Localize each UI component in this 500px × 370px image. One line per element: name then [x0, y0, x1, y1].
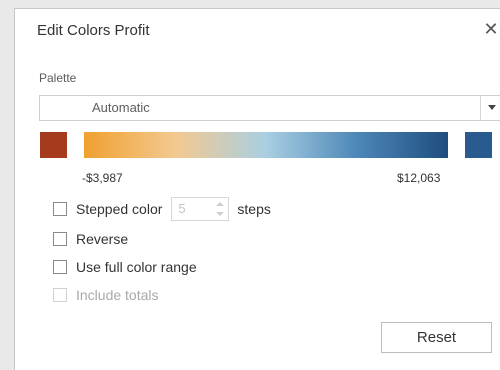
color-gradient-bar [84, 132, 448, 158]
steps-value: 5 [178, 201, 186, 216]
dialog-title: Edit Colors Profit [37, 22, 150, 39]
include-totals-checkbox [53, 288, 67, 302]
reset-button[interactable]: Reset [381, 322, 492, 353]
reverse-label: Reverse [76, 231, 129, 247]
include-totals-option: Include totals [53, 285, 159, 305]
palette-dropdown[interactable]: Automatic [39, 95, 500, 121]
stepped-color-label: Stepped color [76, 201, 163, 217]
range-min-value: -$3,987 [82, 171, 123, 185]
positive-color-swatch[interactable] [465, 132, 492, 158]
stepper-arrows[interactable] [216, 201, 225, 217]
arrow-up-icon[interactable] [216, 202, 225, 206]
stepped-color-option: Stepped color 5 steps [53, 197, 271, 221]
palette-selected-value: Automatic [92, 100, 150, 115]
steps-stepper[interactable]: 5 [171, 197, 230, 221]
include-totals-label: Include totals [76, 287, 159, 303]
close-icon[interactable]: ✕ [482, 19, 500, 39]
full-range-checkbox[interactable] [53, 260, 67, 274]
full-range-option: Use full color range [53, 257, 197, 277]
full-range-label: Use full color range [76, 259, 197, 275]
steps-label: steps [237, 201, 271, 217]
chevron-down-icon[interactable] [488, 105, 496, 110]
arrow-down-icon[interactable] [216, 212, 225, 216]
range-max-value: $12,063 [397, 171, 441, 185]
negative-color-swatch[interactable] [40, 132, 67, 158]
palette-label: Palette [39, 71, 77, 85]
reverse-checkbox[interactable] [53, 232, 67, 246]
reverse-option: Reverse [53, 229, 128, 249]
dropdown-divider [480, 96, 481, 120]
stepped-color-checkbox[interactable] [53, 202, 67, 216]
edit-colors-dialog: Edit Colors Profit ✕ Palette Automatic -… [14, 8, 500, 370]
